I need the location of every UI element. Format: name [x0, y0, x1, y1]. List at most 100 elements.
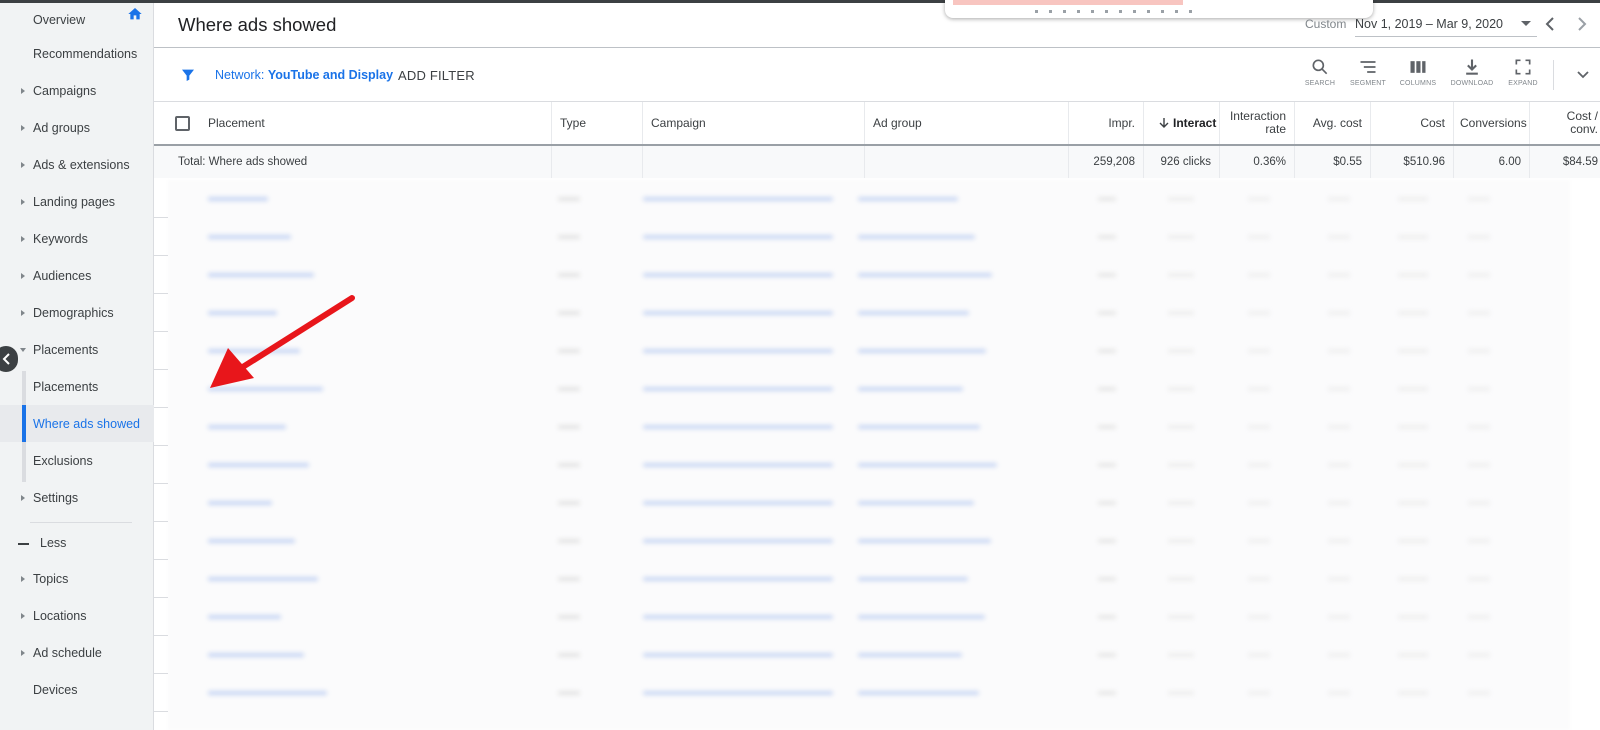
- columns-button[interactable]: COLUMNS: [1396, 57, 1440, 95]
- blurred-cell: [643, 311, 833, 315]
- blurred-cell: [208, 577, 318, 581]
- row-divider: [154, 521, 168, 522]
- blurred-cell: [1248, 539, 1270, 543]
- sidebar-subitem-placements[interactable]: Placements: [0, 368, 154, 405]
- column-header-avg-cost[interactable]: Avg. cost: [1295, 102, 1371, 144]
- sidebar-item-demographics[interactable]: Demographics: [0, 294, 154, 331]
- segment-icon: [1360, 61, 1376, 73]
- blurred-cell: [858, 577, 968, 581]
- column-header-cost[interactable]: Cost: [1371, 102, 1454, 144]
- total-conversions-cell: 6.00: [1454, 146, 1530, 178]
- table-row[interactable]: [168, 370, 1570, 407]
- blurred-cell: [1168, 463, 1194, 467]
- header-label: Cost: [1420, 116, 1445, 130]
- blurred-cell: [1328, 235, 1350, 239]
- table-row[interactable]: [168, 674, 1570, 711]
- header-label: Cost /: [1566, 109, 1598, 123]
- download-button[interactable]: DOWNLOAD: [1450, 57, 1494, 95]
- blurred-cell: [1398, 311, 1428, 315]
- sidebar-item-audiences[interactable]: Audiences: [0, 257, 154, 294]
- blurred-cell: [1468, 577, 1490, 581]
- column-header-cost-per-conv[interactable]: Cost / conv.: [1530, 102, 1600, 144]
- table-row[interactable]: [168, 560, 1570, 597]
- blurred-cell: [1168, 387, 1194, 391]
- blurred-cell: [1168, 501, 1194, 505]
- sidebar-item-overview[interactable]: Overview: [0, 1, 154, 38]
- column-header-interactions[interactable]: Interact: [1144, 102, 1220, 144]
- row-divider: [154, 559, 168, 560]
- sidebar-item-ad-groups[interactable]: Ad groups: [0, 109, 154, 146]
- table-row[interactable]: [168, 256, 1570, 293]
- sidebar-item-label: Ads & extensions: [33, 157, 130, 172]
- search-button[interactable]: SEARCH: [1298, 57, 1342, 95]
- sidebar-item-keywords[interactable]: Keywords: [0, 220, 154, 257]
- table-row[interactable]: [168, 598, 1570, 635]
- blurred-cell: [208, 425, 286, 429]
- table-row[interactable]: [168, 636, 1570, 673]
- blurred-cell: [643, 273, 833, 277]
- column-header-impr[interactable]: Impr.: [1069, 102, 1144, 144]
- date-range-picker[interactable]: Nov 1, 2019 – Mar 9, 2020: [1355, 17, 1503, 31]
- date-range-label: Custom: [1305, 17, 1347, 31]
- column-header-conversions[interactable]: Conversions: [1454, 102, 1530, 144]
- sidebar-item-locations[interactable]: Locations: [0, 597, 154, 634]
- chevron-down-icon[interactable]: [1575, 67, 1591, 83]
- total-impr-cell: 259,208: [1069, 146, 1144, 178]
- dropdown-arrow-icon[interactable]: [1521, 21, 1531, 26]
- network-filter-chip[interactable]: Network: YouTube and Display: [215, 68, 393, 82]
- sidebar-item-campaigns[interactable]: Campaigns: [0, 72, 154, 109]
- blurred-cell: [643, 463, 833, 467]
- sidebar-subitem-exclusions[interactable]: Exclusions: [0, 442, 154, 479]
- blurred-cell: [858, 235, 975, 239]
- sidebar-item-ads-extensions[interactable]: Ads & extensions: [0, 146, 154, 183]
- blurred-cell: [1328, 425, 1350, 429]
- chevron-left-icon[interactable]: [1542, 14, 1558, 34]
- row-divider: [154, 293, 168, 294]
- blurred-cell: [558, 691, 580, 695]
- column-header-ad-group[interactable]: Ad group: [865, 102, 1069, 144]
- sidebar-item-ad-schedule[interactable]: Ad schedule: [0, 634, 154, 671]
- column-header-type[interactable]: Type: [552, 102, 643, 144]
- table-row[interactable]: [168, 218, 1570, 255]
- sidebar-item-recommendations[interactable]: Recommendations: [0, 35, 154, 72]
- table-row[interactable]: [168, 294, 1570, 331]
- total-cost-cell: $510.96: [1371, 146, 1454, 178]
- blurred-cell: [643, 653, 833, 657]
- sidebar-item-devices[interactable]: Devices: [0, 671, 154, 708]
- blurred-cell: [1398, 197, 1428, 201]
- add-filter-button[interactable]: ADD FILTER: [398, 68, 475, 83]
- table-row[interactable]: [168, 446, 1570, 483]
- sidebar-item-topics[interactable]: Topics: [0, 560, 154, 597]
- sidebar-item-label: Devices: [33, 682, 78, 697]
- row-divider: [154, 407, 168, 408]
- filter-icon[interactable]: [180, 67, 196, 83]
- blurred-cell: [1168, 425, 1194, 429]
- sidebar-item-placements[interactable]: Placements: [0, 331, 154, 368]
- sidebar-item-settings[interactable]: Settings: [0, 479, 154, 516]
- caret-right-icon: [21, 272, 25, 279]
- table-row[interactable]: [168, 408, 1570, 445]
- header-label: Conversions: [1460, 116, 1527, 130]
- row-divider: [154, 597, 168, 598]
- row-divider: [154, 635, 168, 636]
- row-divider: [154, 711, 168, 712]
- blurred-cell: [558, 273, 580, 277]
- table-row[interactable]: [168, 180, 1570, 217]
- blurred-cell: [1098, 463, 1116, 467]
- blurred-cell: [208, 273, 314, 277]
- column-header-placement[interactable]: Placement: [154, 102, 552, 144]
- column-header-campaign[interactable]: Campaign: [643, 102, 865, 144]
- sidebar-less-toggle[interactable]: Less: [0, 524, 154, 561]
- sidebar-item-landing-pages[interactable]: Landing pages: [0, 183, 154, 220]
- blurred-cell: [558, 311, 580, 315]
- table-row[interactable]: [168, 522, 1570, 559]
- sidebar-item-label: Ad groups: [33, 120, 90, 135]
- expand-button[interactable]: EXPAND: [1501, 57, 1545, 95]
- table-row[interactable]: [168, 484, 1570, 521]
- column-header-interaction-rate[interactable]: Interaction rate: [1220, 102, 1295, 144]
- blurred-cell: [1098, 539, 1116, 543]
- segment-button[interactable]: SEGMENT: [1346, 57, 1390, 95]
- chevron-right-icon[interactable]: [1574, 14, 1590, 34]
- blurred-cell: [1468, 273, 1490, 277]
- table-row[interactable]: [168, 332, 1570, 369]
